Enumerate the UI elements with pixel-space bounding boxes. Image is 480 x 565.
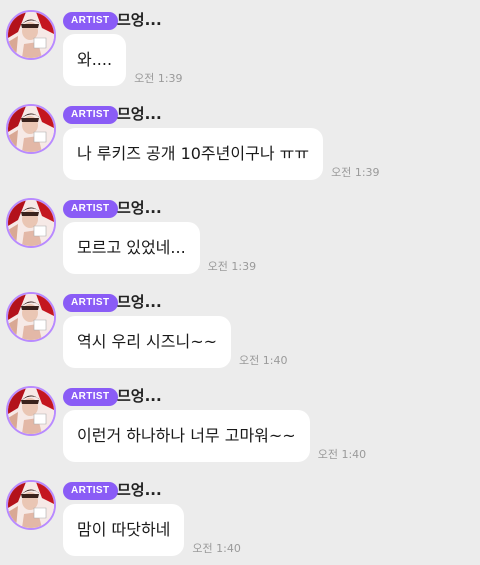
message-time: 오전 1:40 <box>192 542 241 555</box>
artist-badge: ARTIST <box>63 388 118 406</box>
sender-name[interactable]: 므엉... <box>117 197 162 219</box>
chat-feed: ARTIST 므엉... 와.... 오전 1:39 ARTIST 므엉... <box>0 0 480 565</box>
message-bubble[interactable]: 역시 우리 시즈니~~ 오전 1:40 <box>63 316 287 368</box>
message-bubble[interactable]: 이런거 하나하나 너무 고마워~~ 오전 1:40 <box>63 410 366 462</box>
chat-message: ARTIST 므엉... 나 루키즈 공개 10주년이구나 ㅠㅠ 오전 1:39 <box>0 94 480 188</box>
avatar-image <box>8 482 54 528</box>
sender-name[interactable]: 므엉... <box>117 479 162 501</box>
avatar-image <box>8 200 54 246</box>
artist-badge: ARTIST <box>63 12 118 30</box>
message-time: 오전 1:39 <box>207 260 257 273</box>
avatar-image <box>8 294 54 340</box>
message-bubble[interactable]: 나 루키즈 공개 10주년이구나 ㅠㅠ 오전 1:39 <box>63 128 380 180</box>
artist-avatar[interactable] <box>6 10 56 60</box>
message-time: 오전 1:40 <box>239 354 288 367</box>
avatar-image <box>8 12 54 58</box>
sender-name[interactable]: 므엉... <box>117 9 162 31</box>
message-text: 와.... <box>77 50 113 69</box>
avatar-image <box>8 106 54 152</box>
message-text: 맘이 따닷하네 <box>77 520 171 539</box>
message-text: 나 루키즈 공개 10주년이구나 ㅠㅠ <box>77 144 310 163</box>
artist-avatar[interactable] <box>6 292 56 342</box>
message-bubble[interactable]: 와.... 오전 1:39 <box>63 34 183 86</box>
artist-avatar[interactable] <box>6 198 56 248</box>
message-time: 오전 1:40 <box>317 448 367 461</box>
chat-message: ARTIST 므엉... 맘이 따닷하네 오전 1:40 <box>0 470 480 564</box>
artist-avatar[interactable] <box>6 480 56 530</box>
artist-badge: ARTIST <box>63 482 118 500</box>
message-text: 이런거 하나하나 너무 고마워~~ <box>77 426 296 445</box>
chat-message: ARTIST 므엉... 역시 우리 시즈니~~ 오전 1:40 <box>0 282 480 376</box>
avatar-image <box>8 388 54 434</box>
sender-name[interactable]: 므엉... <box>117 385 162 407</box>
artist-badge: ARTIST <box>63 200 118 218</box>
message-text: 역시 우리 시즈니~~ <box>77 332 218 351</box>
sender-name[interactable]: 므엉... <box>117 103 162 125</box>
chat-message: ARTIST 므엉... 모르고 있었네... 오전 1:39 <box>0 188 480 282</box>
message-text: 모르고 있었네... <box>77 238 186 257</box>
message-time: 오전 1:39 <box>331 166 380 179</box>
chat-message: ARTIST 므엉... 이런거 하나하나 너무 고마워~~ 오전 1:40 <box>0 376 480 470</box>
artist-avatar[interactable] <box>6 104 56 154</box>
artist-avatar[interactable] <box>6 386 56 436</box>
chat-message: ARTIST 므엉... 와.... 오전 1:39 <box>0 0 480 94</box>
message-bubble[interactable]: 맘이 따닷하네 오전 1:40 <box>63 504 241 556</box>
artist-badge: ARTIST <box>63 294 118 312</box>
message-time: 오전 1:39 <box>134 72 183 85</box>
message-bubble[interactable]: 모르고 있었네... 오전 1:39 <box>63 222 256 274</box>
artist-badge: ARTIST <box>63 106 118 124</box>
sender-name[interactable]: 므엉... <box>117 291 162 313</box>
